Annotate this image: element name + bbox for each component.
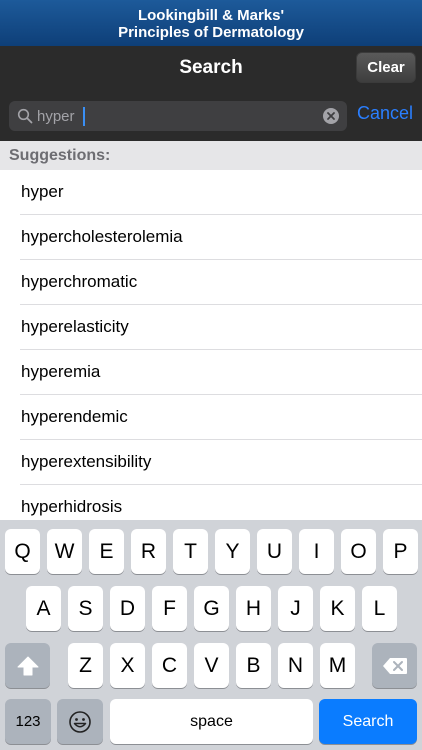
- clear-button[interactable]: Clear: [356, 52, 416, 83]
- text-caret: [83, 107, 85, 126]
- key-l[interactable]: L: [362, 586, 397, 631]
- list-item[interactable]: hyperextensibility: [0, 440, 422, 485]
- key-o[interactable]: O: [341, 529, 376, 574]
- key-s[interactable]: S: [68, 586, 103, 631]
- shift-key[interactable]: [5, 643, 50, 688]
- key-n[interactable]: N: [278, 643, 313, 688]
- key-z[interactable]: Z: [68, 643, 103, 688]
- list-item[interactable]: hyperendemic: [0, 395, 422, 440]
- list-item[interactable]: hyperelasticity: [0, 305, 422, 350]
- delete-key[interactable]: [372, 643, 417, 688]
- key-v[interactable]: V: [194, 643, 229, 688]
- list-item[interactable]: hyperchromatic: [0, 260, 422, 305]
- key-q[interactable]: Q: [5, 529, 40, 574]
- key-j[interactable]: J: [278, 586, 313, 631]
- key-w[interactable]: W: [47, 529, 82, 574]
- key-g[interactable]: G: [194, 586, 229, 631]
- numbers-key[interactable]: 123: [5, 699, 51, 744]
- key-i[interactable]: I: [299, 529, 334, 574]
- list-item[interactable]: hyperemia: [0, 350, 422, 395]
- key-r[interactable]: R: [131, 529, 166, 574]
- space-key[interactable]: space: [110, 699, 313, 744]
- list-item[interactable]: hypercholesterolemia: [0, 215, 422, 260]
- search-icon: [17, 108, 33, 124]
- app-title-bar: Lookingbill & Marks' Principles of Derma…: [0, 0, 422, 46]
- search-field[interactable]: [9, 101, 347, 131]
- emoji-icon: [69, 710, 91, 733]
- key-e[interactable]: E: [89, 529, 124, 574]
- key-h[interactable]: H: [236, 586, 271, 631]
- suggestions-header: Suggestions:: [0, 141, 422, 170]
- key-x[interactable]: X: [110, 643, 145, 688]
- app-title-line2: Principles of Dermatology: [118, 24, 304, 41]
- shift-icon: [17, 656, 38, 675]
- key-c[interactable]: C: [152, 643, 187, 688]
- emoji-key[interactable]: [57, 699, 103, 744]
- cancel-button[interactable]: Cancel: [357, 103, 413, 124]
- search-key[interactable]: Search: [319, 699, 417, 744]
- keyboard: Q W E R T Y U I O P A S D F G H J K L Z …: [0, 520, 422, 750]
- search-bar: Cancel: [0, 89, 422, 141]
- key-y[interactable]: Y: [215, 529, 250, 574]
- key-k[interactable]: K: [320, 586, 355, 631]
- delete-icon: [382, 657, 407, 674]
- key-f[interactable]: F: [152, 586, 187, 631]
- key-t[interactable]: T: [173, 529, 208, 574]
- key-b[interactable]: B: [236, 643, 271, 688]
- key-p[interactable]: P: [383, 529, 418, 574]
- key-a[interactable]: A: [26, 586, 61, 631]
- search-input[interactable]: [37, 101, 317, 131]
- list-item[interactable]: hyper: [0, 170, 422, 215]
- app-title-line1: Lookingbill & Marks': [137, 7, 285, 24]
- key-u[interactable]: U: [257, 529, 292, 574]
- clear-text-icon[interactable]: [323, 108, 339, 124]
- key-m[interactable]: M: [320, 643, 355, 688]
- list-item[interactable]: hyperhidrosis: [0, 485, 422, 520]
- key-d[interactable]: D: [110, 586, 145, 631]
- nav-bar: Search Clear: [0, 46, 422, 89]
- suggestions-list: hyper hypercholesterolemia hyperchromati…: [0, 170, 422, 520]
